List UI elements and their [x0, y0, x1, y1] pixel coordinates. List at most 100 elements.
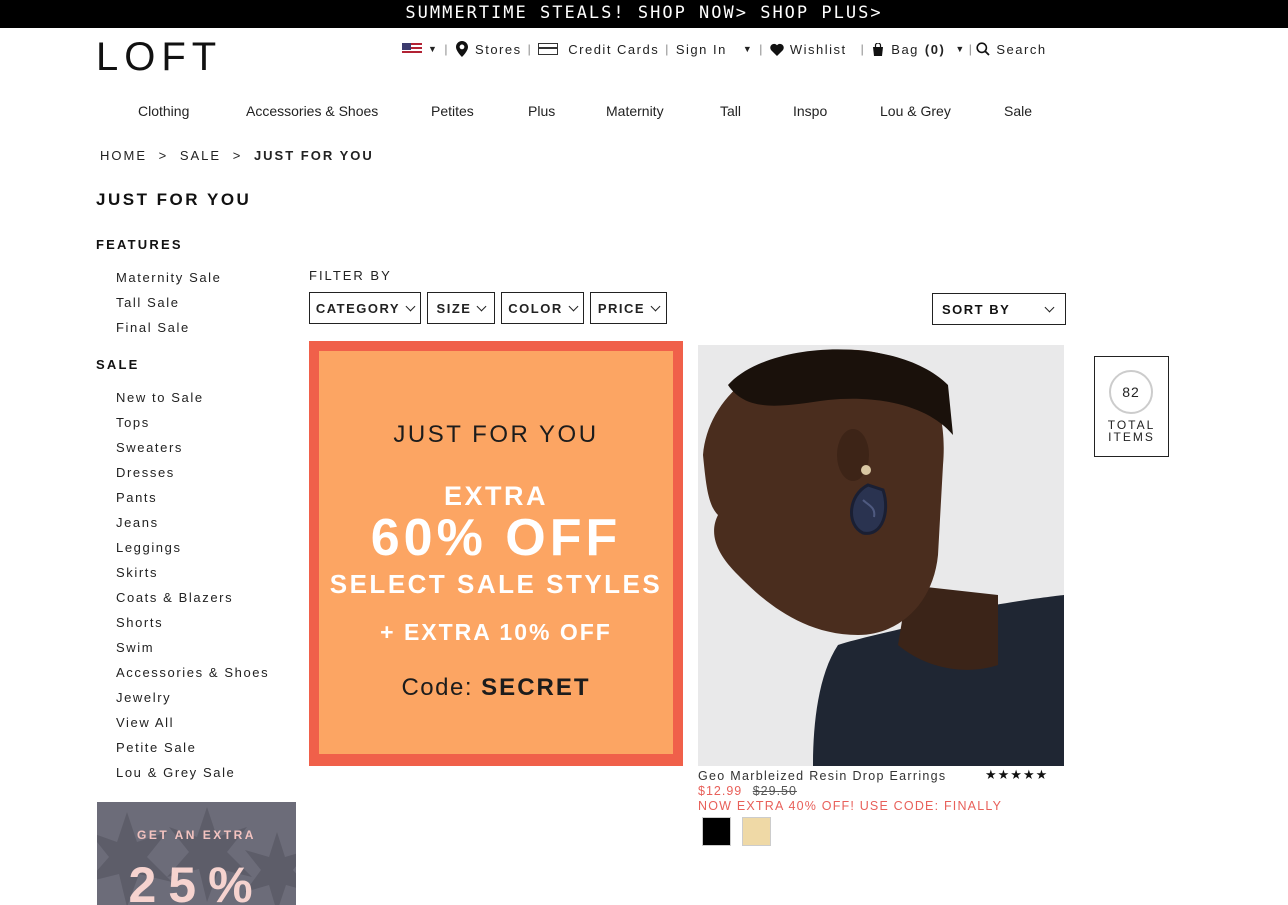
sidebar-item-maternity-sale[interactable]: Maternity Sale — [116, 265, 296, 290]
filter-color-button[interactable]: COLOR — [501, 292, 584, 324]
wishlist-label: Wishlist — [789, 41, 847, 57]
main-nav: Clothing Accessories & Shoes Petites Plu… — [96, 103, 1076, 123]
search-link[interactable]: Search — [976, 41, 1046, 57]
stores-link[interactable]: Stores — [455, 41, 522, 57]
nav-clothing[interactable]: Clothing — [138, 103, 189, 119]
sidebar-item-tall-sale[interactable]: Tall Sale — [116, 290, 296, 315]
filter-size-label: SIZE — [436, 300, 472, 316]
sidebar-promo-line1: GET AN EXTRA — [137, 828, 256, 842]
bag-count: (0) — [924, 41, 946, 57]
divider: | — [527, 42, 533, 56]
nav-petites[interactable]: Petites — [431, 103, 474, 119]
total-items-label: TOTAL ITEMS — [1095, 419, 1168, 443]
loft-logo[interactable]: LOFT — [96, 37, 222, 77]
promo-bar: SUMMERTIME STEALS! SHOP NOW> SHOP PLUS> — [0, 0, 1288, 28]
filter-price-button[interactable]: PRICE — [590, 292, 667, 324]
breadcrumb-home[interactable]: HOME — [100, 148, 147, 163]
sidebar-item-sweaters[interactable]: Sweaters — [116, 435, 296, 460]
product-photo-illustration — [698, 345, 1064, 766]
nav-maternity[interactable]: Maternity — [606, 103, 664, 119]
promo-tile-plus: + EXTRA 10% OFF — [380, 619, 612, 645]
sidebar-item-shorts[interactable]: Shorts — [116, 610, 296, 635]
search-icon — [976, 41, 990, 57]
sidebar-item-view-all[interactable]: View All — [116, 710, 296, 735]
product-name[interactable]: Geo Marbleized Resin Drop Earrings — [698, 769, 946, 783]
chevron-down-icon: ▼ — [428, 44, 439, 54]
total-items-badge: 82 TOTAL ITEMS — [1094, 356, 1169, 457]
divider: | — [968, 42, 974, 56]
promo-code-value: SECRET — [481, 674, 591, 701]
utility-nav: ▼ | Stores | Credit Cards | Sign In ▼ | … — [402, 40, 1047, 58]
credit-cards-link[interactable]: Credit Cards — [538, 42, 659, 57]
breadcrumb-separator: > — [158, 148, 169, 163]
sidebar-item-dresses[interactable]: Dresses — [116, 460, 296, 485]
filter-size-button[interactable]: SIZE — [427, 292, 495, 324]
divider: | — [665, 42, 670, 56]
color-swatch-tan[interactable] — [742, 817, 771, 846]
product-rating-stars: ★★★★★ — [985, 767, 1049, 782]
features-heading: FEATURES — [96, 237, 183, 252]
promo-tile-select: SELECT SALE STYLES — [329, 569, 663, 599]
promo-tile-title: JUST FOR YOU — [393, 421, 599, 448]
promo-tile-code: Code: SECRET — [319, 674, 673, 702]
sale-list: New to Sale Tops Sweaters Dresses Pants … — [96, 385, 296, 785]
promo-code-label: Code: — [401, 674, 473, 701]
product-image[interactable] — [698, 345, 1064, 766]
divider: | — [860, 42, 866, 56]
chevron-down-icon — [1044, 302, 1055, 312]
sidebar-item-swim[interactable]: Swim — [116, 635, 296, 660]
breadcrumb-current: JUST FOR YOU — [253, 148, 374, 163]
sidebar-item-tops[interactable]: Tops — [116, 410, 296, 435]
bag-link[interactable]: Bag (0) ▼ — [871, 41, 965, 57]
credit-cards-label: Credit Cards — [568, 41, 660, 57]
sidebar-promo-banner[interactable]: GET AN EXTRA 25% — [97, 802, 296, 905]
sidebar-item-coats-blazers[interactable]: Coats & Blazers — [116, 585, 296, 610]
sign-in-link[interactable]: Sign In ▼ — [676, 42, 753, 57]
promo-tile[interactable]: JUST FOR YOU EXTRA 60% OFF SELECT SALE S… — [309, 341, 683, 766]
country-selector[interactable]: ▼ — [402, 43, 438, 55]
chevron-down-icon — [405, 301, 416, 311]
sidebar-item-accessories-shoes[interactable]: Accessories & Shoes — [116, 660, 296, 685]
sidebar-item-new-to-sale[interactable]: New to Sale — [116, 385, 296, 410]
page-title: JUST FOR YOU — [96, 190, 252, 209]
sign-in-label: Sign In — [675, 41, 727, 57]
nav-inspo[interactable]: Inspo — [793, 103, 827, 119]
nav-accessories-shoes[interactable]: Accessories & Shoes — [246, 103, 378, 119]
divider: | — [444, 42, 450, 56]
nav-plus[interactable]: Plus — [528, 103, 555, 119]
wishlist-link[interactable]: Wishlist — [770, 41, 847, 57]
sidebar-item-final-sale[interactable]: Final Sale — [116, 315, 296, 340]
features-list: Maternity Sale Tall Sale Final Sale — [96, 265, 296, 340]
sale-heading: SALE — [96, 357, 140, 372]
sidebar: JUST FOR YOU FEATURES Maternity Sale Tal… — [96, 190, 296, 802]
promo-tile-inner: JUST FOR YOU EXTRA 60% OFF SELECT SALE S… — [319, 351, 673, 754]
search-label: Search — [996, 41, 1047, 57]
sidebar-item-jewelry[interactable]: Jewelry — [116, 685, 296, 710]
sidebar-item-leggings[interactable]: Leggings — [116, 535, 296, 560]
sidebar-item-lou-grey-sale[interactable]: Lou & Grey Sale — [116, 760, 296, 785]
us-flag-icon — [402, 43, 422, 55]
chevron-down-icon — [477, 301, 487, 311]
color-swatch-black[interactable] — [702, 817, 731, 846]
sidebar-item-skirts[interactable]: Skirts — [116, 560, 296, 585]
nav-tall[interactable]: Tall — [720, 103, 741, 119]
credit-card-icon — [538, 43, 559, 55]
filter-category-label: CATEGORY — [315, 300, 401, 316]
sidebar-promo-line2: 25% — [128, 857, 265, 905]
nav-sale[interactable]: Sale — [1004, 103, 1032, 119]
shopping-bag-icon — [871, 41, 885, 57]
nav-lou-grey[interactable]: Lou & Grey — [880, 103, 951, 119]
divider: | — [759, 42, 764, 56]
sort-by-dropdown[interactable]: SORT BY — [932, 293, 1066, 325]
bag-label: Bag — [891, 41, 919, 57]
sidebar-item-petite-sale[interactable]: Petite Sale — [116, 735, 296, 760]
filter-category-button[interactable]: CATEGORY — [309, 292, 421, 324]
promo-bar-text[interactable]: SUMMERTIME STEALS! SHOP NOW> SHOP PLUS> — [405, 3, 882, 23]
sidebar-item-pants[interactable]: Pants — [116, 485, 296, 510]
sidebar-item-jeans[interactable]: Jeans — [116, 510, 296, 535]
breadcrumb: HOME > SALE > JUST FOR YOU — [100, 148, 374, 163]
promo-tile-percent: 60% OFF — [370, 509, 622, 567]
filter-price-label: PRICE — [597, 300, 646, 316]
filter-color-label: COLOR — [508, 300, 563, 316]
breadcrumb-sale[interactable]: SALE — [180, 148, 221, 163]
